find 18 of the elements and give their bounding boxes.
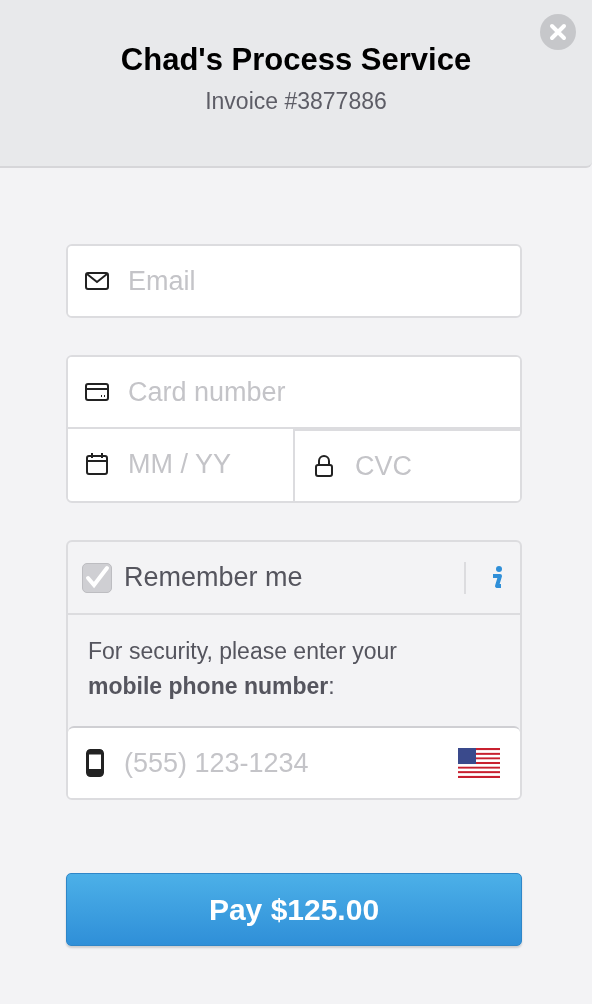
- expiry-field[interactable]: MM / YY: [126, 447, 277, 481]
- card-number-field[interactable]: Card number: [126, 375, 504, 409]
- cvc-field[interactable]: CVC: [353, 449, 504, 483]
- email-input-box[interactable]: Email: [66, 244, 522, 318]
- remember-label[interactable]: Remember me: [124, 562, 464, 593]
- phone-icon: [86, 749, 104, 777]
- merchant-title: Chad's Process Service: [120, 42, 472, 78]
- invoice-number: Invoice #3877886: [205, 88, 387, 115]
- email-field[interactable]: Email: [126, 264, 504, 298]
- close-button[interactable]: [540, 14, 576, 50]
- phone-input-box[interactable]: (555) 123-1234: [68, 726, 520, 798]
- close-icon: [549, 23, 567, 41]
- phone-field[interactable]: (555) 123-1234: [122, 746, 440, 780]
- info-icon[interactable]: [490, 565, 504, 590]
- security-note: For security, please enter your mobile phone number:: [87, 637, 398, 701]
- calendar-icon: [84, 451, 110, 477]
- flag-icon[interactable]: [458, 748, 500, 778]
- remember-checkbox[interactable]: [82, 562, 112, 593]
